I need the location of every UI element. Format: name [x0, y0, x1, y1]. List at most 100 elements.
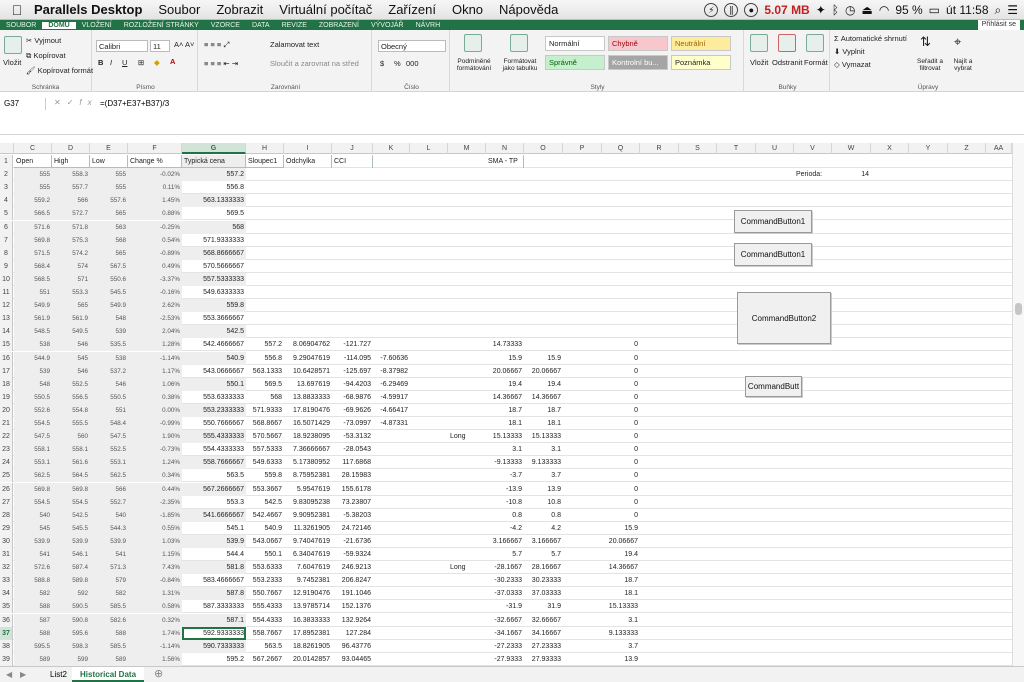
- cell-c14[interactable]: 548.5: [14, 325, 52, 339]
- cell-g27[interactable]: 553.3: [182, 496, 246, 509]
- cell-i28[interactable]: 9.90952381: [284, 509, 332, 522]
- cell-d14[interactable]: 549.5: [52, 325, 90, 339]
- cell-j27[interactable]: 73.23807: [332, 496, 373, 509]
- cell-g39[interactable]: 595.2: [182, 653, 246, 666]
- row-header[interactable]: 22: [0, 430, 13, 444]
- cell-c32[interactable]: 572.6: [14, 561, 52, 575]
- cell-g21[interactable]: 550.7666667: [182, 417, 246, 430]
- cell-c28[interactable]: 540: [14, 508, 52, 522]
- command-button-3[interactable]: CommandButt: [745, 376, 802, 397]
- cell-f14[interactable]: 2.04%: [128, 325, 182, 339]
- column-header-l[interactable]: L: [410, 143, 448, 154]
- cell-f8[interactable]: -0.89%: [128, 246, 182, 260]
- row-header[interactable]: 18: [0, 377, 13, 391]
- cell-e36[interactable]: 582.6: [90, 613, 128, 627]
- cell-o35[interactable]: 31.9: [524, 600, 563, 613]
- column-header-f[interactable]: F: [128, 143, 182, 154]
- cell-j33[interactable]: 206.8247: [332, 574, 373, 587]
- cell-n27[interactable]: -10.8: [486, 496, 524, 509]
- clock[interactable]: út 11:58: [946, 3, 988, 17]
- cell-d27[interactable]: 554.5: [52, 495, 90, 509]
- percent-button[interactable]: %: [394, 59, 401, 68]
- cell-f21[interactable]: -0.99%: [128, 417, 182, 430]
- cell-f35[interactable]: 0.58%: [128, 600, 182, 614]
- cell-g15[interactable]: 542.4666667: [182, 338, 246, 351]
- cell-q28[interactable]: 0: [602, 509, 640, 522]
- cell-o18[interactable]: 19.4: [524, 378, 563, 391]
- battery-icon[interactable]: ▭: [929, 3, 940, 17]
- cell-g24[interactable]: 558.7666667: [182, 456, 246, 470]
- cell-e29[interactable]: 544.3: [90, 521, 128, 535]
- column-header-h[interactable]: H: [246, 143, 284, 154]
- cell-f33[interactable]: -0.84%: [128, 574, 182, 588]
- column-header-y[interactable]: Y: [909, 143, 948, 154]
- menu-okno[interactable]: Okno: [452, 2, 483, 17]
- cell-d22[interactable]: 560: [52, 430, 90, 444]
- cell-d39[interactable]: 599: [52, 652, 90, 666]
- font-grow-button[interactable]: A˄ A˅: [174, 40, 194, 49]
- cell-j25[interactable]: 28.15983: [332, 469, 373, 482]
- memory-icon[interactable]: ●: [744, 3, 759, 17]
- cell-o31[interactable]: 5.7: [524, 548, 563, 561]
- cell-c8[interactable]: 571.5: [14, 246, 52, 260]
- format-table-button[interactable]: Formátovat jako tabulku: [498, 58, 542, 72]
- cell-h24[interactable]: 549.6333: [246, 456, 284, 469]
- cell-j16[interactable]: -114.095: [332, 352, 373, 365]
- cell-g2[interactable]: 557.2: [182, 168, 246, 182]
- row-header[interactable]: 14: [0, 325, 13, 339]
- cell-h31[interactable]: 550.1: [246, 548, 284, 561]
- paste-button[interactable]: Vložit: [3, 58, 21, 67]
- cell-d29[interactable]: 545.5: [52, 521, 90, 535]
- cell-f28[interactable]: -1.85%: [128, 508, 182, 522]
- row-header[interactable]: 31: [0, 548, 13, 561]
- row-header[interactable]: 30: [0, 534, 13, 548]
- header-cell-e[interactable]: Low: [90, 155, 128, 168]
- cell-h28[interactable]: 542.4667: [246, 509, 284, 522]
- cell-c18[interactable]: 548: [14, 377, 52, 391]
- cell-q21[interactable]: 0: [602, 417, 640, 430]
- cell-c29[interactable]: 545: [14, 521, 52, 535]
- binoculars-icon[interactable]: ⌖: [954, 34, 961, 50]
- cell-g26[interactable]: 567.2666667: [182, 482, 246, 496]
- cell-f37[interactable]: 1.74%: [128, 626, 182, 640]
- cell-i17[interactable]: 10.6428571: [284, 365, 332, 378]
- style-bad[interactable]: Chybně: [608, 36, 668, 51]
- tab-vlozeni[interactable]: VLOŽENÍ: [76, 22, 118, 29]
- cell-grid[interactable]: 1 Open High Low Change % Typická cena Sloupec1…: [0, 155, 1012, 666]
- cell-c30[interactable]: 539.9: [14, 534, 52, 548]
- cell-n36[interactable]: -32.6667: [486, 614, 524, 627]
- cell-n17[interactable]: 20.06667: [486, 365, 524, 378]
- row-header[interactable]: 10: [0, 272, 13, 286]
- cell-f26[interactable]: 0.44%: [128, 482, 182, 496]
- cell-c36[interactable]: 587: [14, 613, 52, 627]
- cell-g14[interactable]: 542.5: [182, 325, 246, 339]
- cell-f34[interactable]: 1.31%: [128, 587, 182, 601]
- cell-n35[interactable]: -31.9: [486, 600, 524, 613]
- insert-cells-button[interactable]: Vložit: [750, 58, 768, 67]
- cell-h33[interactable]: 553.2333: [246, 574, 284, 587]
- cell-d16[interactable]: 545: [52, 351, 90, 365]
- cell-d36[interactable]: 590.8: [52, 613, 90, 627]
- cell-f10[interactable]: -3.37%: [128, 272, 182, 286]
- cell-c10[interactable]: 568.5: [14, 272, 52, 286]
- eject-icon[interactable]: ⏏: [861, 3, 872, 17]
- cell-f39[interactable]: 1.56%: [128, 652, 182, 666]
- cell-g36[interactable]: 587.1: [182, 613, 246, 627]
- command-button-2[interactable]: CommandButton2: [737, 292, 831, 344]
- column-header-k[interactable]: K: [373, 143, 410, 154]
- cell-h30[interactable]: 543.0667: [246, 535, 284, 548]
- cell-h21[interactable]: 568.8667: [246, 417, 284, 430]
- cell-h39[interactable]: 567.2667: [246, 653, 284, 666]
- cell-g37[interactable]: 592.9333333: [182, 626, 246, 640]
- cell-d38[interactable]: 598.3: [52, 639, 90, 653]
- format-cells-button[interactable]: Formát: [804, 58, 828, 67]
- cell-d35[interactable]: 590.5: [52, 600, 90, 614]
- cell-d23[interactable]: 558.1: [52, 443, 90, 457]
- cell-h37[interactable]: 558.7667: [246, 627, 284, 640]
- column-header-e[interactable]: E: [90, 143, 128, 154]
- row-header[interactable]: 24: [0, 456, 13, 470]
- cell-c21[interactable]: 554.5: [14, 417, 52, 430]
- cell-n30[interactable]: 3.166667: [486, 535, 524, 548]
- lightning-icon[interactable]: ⚡: [704, 3, 719, 17]
- cell-q37[interactable]: 9.133333: [602, 627, 640, 640]
